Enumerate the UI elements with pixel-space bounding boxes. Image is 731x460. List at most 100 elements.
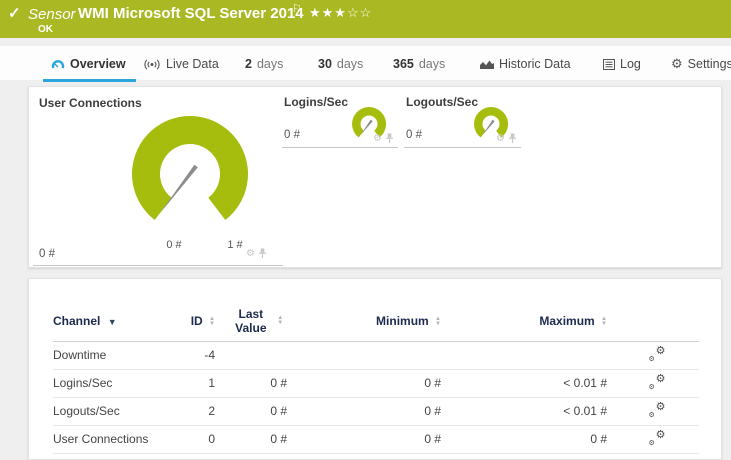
column-header-last-value[interactable]: Last Value ▲ ▼: [217, 301, 297, 341]
column-header-id[interactable]: ID ▲ ▼: [183, 301, 217, 341]
table-header-row: Channel ▼ ID ▲ ▼ Last Value ▲ ▼ Minimum ▲ ▼: [53, 301, 699, 341]
pin-icon[interactable]: [385, 133, 394, 144]
tab-historic-data[interactable]: Historic Data: [480, 54, 571, 74]
gauge-current-value: 0 #: [284, 129, 300, 141]
priority-flag-icon[interactable]: ⚐: [292, 2, 302, 15]
gauge-logins-sec[interactable]: Logins/Sec 0 # ⚙: [282, 91, 398, 148]
cell-last-value: 0 #: [270, 376, 287, 390]
sensor-header: ✓ Sensor WMI Microsoft SQL Server 2014 ⚐…: [0, 0, 731, 38]
channel-settings-icon[interactable]: ⚙ ⚙: [649, 344, 666, 363]
gauge-logouts-sec[interactable]: Logouts/Sec 0 # ⚙: [404, 91, 521, 148]
cell-channel: Downtime: [53, 348, 107, 362]
gauge-user-connections[interactable]: User Connections 0 # 1 # 0 # ⚙: [33, 91, 283, 266]
gauge-settings-icon[interactable]: ⚙: [246, 248, 255, 259]
gauge-settings-icon[interactable]: ⚙: [496, 133, 505, 144]
tab-live-data-label: Live Data: [166, 57, 219, 71]
gauge-title: User Connections: [39, 96, 142, 110]
channels-panel: Channel ▼ ID ▲ ▼ Last Value ▲ ▼ Minimum ▲ ▼: [28, 278, 722, 460]
sort-icon: ▲ ▼: [209, 315, 215, 327]
tab-2-days-unit: days: [256, 57, 284, 71]
gauge-tools: ⚙: [373, 133, 394, 144]
cell-minimum: 0 #: [424, 404, 441, 418]
cell-id: 1: [208, 376, 215, 390]
area-chart-icon: [480, 59, 494, 70]
sort-icon: ▲ ▼: [277, 314, 284, 326]
table-row[interactable]: User Connections 0 0 # 0 # 0 # ⚙ ⚙: [53, 425, 699, 453]
cell-id: 0: [208, 432, 215, 446]
sort-icon: ▲ ▼: [435, 315, 441, 327]
gauge-settings-icon[interactable]: ⚙: [373, 133, 382, 144]
cell-id: 2: [208, 404, 215, 418]
gauge-tools: ⚙: [496, 133, 517, 144]
cell-maximum: < 0.01 #: [563, 376, 607, 390]
sort-desc-icon: ▼: [107, 316, 117, 327]
status-ok-check-icon: ✓: [8, 5, 21, 22]
log-list-icon: [603, 58, 615, 70]
gauge-current-value: 0 #: [406, 129, 422, 141]
tab-historic-data-label: Historic Data: [499, 57, 571, 71]
sensor-title: WMI Microsoft SQL Server 2014: [78, 5, 304, 22]
column-header-channel[interactable]: Channel ▼: [53, 301, 183, 341]
pin-icon[interactable]: [508, 133, 517, 144]
tab-settings-label: Settings: [687, 57, 731, 71]
cell-last-value: 0 #: [270, 432, 287, 446]
tab-overview[interactable]: Overview: [43, 54, 136, 82]
prtg-sensor-page: ✓ Sensor WMI Microsoft SQL Server 2014 ⚐…: [0, 0, 731, 460]
cell-channel: Logins/Sec: [53, 376, 113, 390]
cell-maximum: < 0.01 #: [563, 404, 607, 418]
table-row[interactable]: Downtime -4 ⚙ ⚙: [53, 341, 699, 369]
gauge-needle: [482, 119, 495, 136]
priority-stars-rating[interactable]: ★★★☆☆: [309, 5, 372, 21]
gauges-panel: User Connections 0 # 1 # 0 # ⚙ Logins/Se…: [28, 86, 722, 268]
tab-settings[interactable]: ⚙ Settings: [671, 54, 731, 74]
column-header-maximum[interactable]: Maximum ▲ ▼: [449, 301, 615, 341]
tab-365-days-unit: days: [418, 57, 446, 71]
tab-overview-label: Overview: [70, 57, 126, 71]
channel-settings-icon[interactable]: ⚙ ⚙: [649, 372, 666, 391]
column-header-minimum-label: Minimum: [376, 313, 429, 328]
tab-365-days[interactable]: 365 days: [393, 54, 445, 74]
cell-channel: User Connections: [53, 432, 149, 446]
cell-maximum: 0 #: [590, 432, 607, 446]
sort-icon: ▲ ▼: [601, 315, 607, 327]
channels-table: Channel ▼ ID ▲ ▼ Last Value ▲ ▼ Minimum ▲ ▼: [53, 301, 699, 454]
user-connections-gauge-arc: [132, 115, 248, 220]
cell-minimum: [297, 341, 449, 369]
sensor-kind-label: Sensor: [28, 6, 76, 23]
cell-last-value: 0 #: [270, 404, 287, 418]
tab-30-days[interactable]: 30 days: [318, 54, 363, 74]
cell-channel: Logouts/Sec: [53, 404, 120, 418]
cell-id: -4: [204, 348, 215, 362]
tab-log-label: Log: [620, 57, 641, 71]
tab-30-days-number: 30: [318, 57, 332, 71]
gauge-icon: [51, 58, 65, 70]
gauge-tools: ⚙: [246, 248, 267, 259]
column-header-minimum[interactable]: Minimum ▲ ▼: [297, 301, 449, 341]
gauge-scale-min: 0 #: [166, 239, 182, 251]
pin-icon[interactable]: [258, 248, 267, 259]
tab-365-days-number: 365: [393, 57, 414, 71]
gauge-needle: [360, 119, 373, 136]
tab-2-days[interactable]: 2 days: [245, 54, 283, 74]
tab-bar: Overview Live Data 2 days 30 days 365 da…: [0, 46, 731, 82]
gauge-current-value: 0 #: [39, 248, 55, 260]
cell-last-value: [217, 341, 297, 369]
table-row[interactable]: Logins/Sec 1 0 # 0 # < 0.01 # ⚙ ⚙: [53, 369, 699, 397]
channel-settings-icon[interactable]: ⚙ ⚙: [649, 428, 666, 447]
gauge-needle: [159, 164, 198, 214]
channel-settings-icon[interactable]: ⚙ ⚙: [649, 400, 666, 419]
column-header-id-label: ID: [190, 313, 203, 328]
gauge-title: Logouts/Sec: [406, 95, 479, 109]
column-header-channel-label: Channel: [53, 313, 101, 328]
cell-minimum: 0 #: [424, 376, 441, 390]
column-header-last-value-label: Last Value: [235, 306, 267, 335]
table-row[interactable]: Logouts/Sec 2 0 # 0 # < 0.01 # ⚙ ⚙: [53, 397, 699, 425]
column-header-edit: [615, 301, 699, 341]
tab-live-data[interactable]: Live Data: [143, 54, 219, 74]
sensor-status-badge: OK: [38, 24, 53, 35]
gear-icon: ⚙: [671, 56, 683, 72]
broadcast-icon: [143, 59, 161, 70]
cell-minimum: 0 #: [424, 432, 441, 446]
tab-30-days-unit: days: [336, 57, 364, 71]
tab-log[interactable]: Log: [603, 54, 641, 74]
